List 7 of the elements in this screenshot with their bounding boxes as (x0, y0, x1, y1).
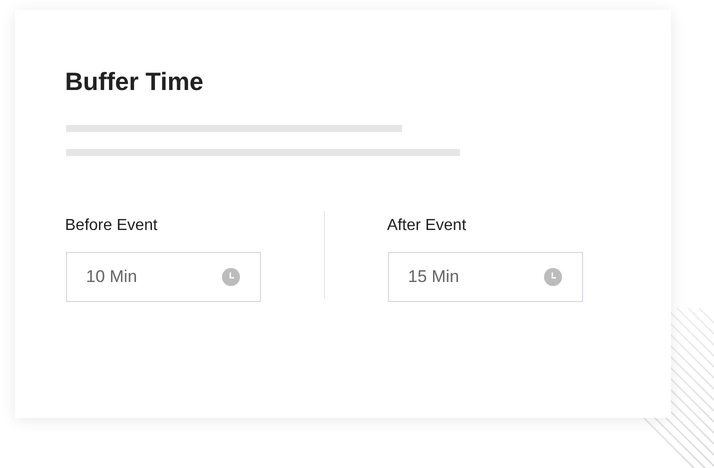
card-title: Buffer Time (65, 67, 204, 97)
time-field[interactable]: 15 Min (388, 252, 583, 302)
field-label: Before Event (65, 216, 158, 236)
field-label: After Event (387, 216, 468, 236)
clock-icon (544, 268, 562, 286)
time-field[interactable]: 10 Min (66, 252, 261, 302)
clock-icon (222, 268, 240, 286)
